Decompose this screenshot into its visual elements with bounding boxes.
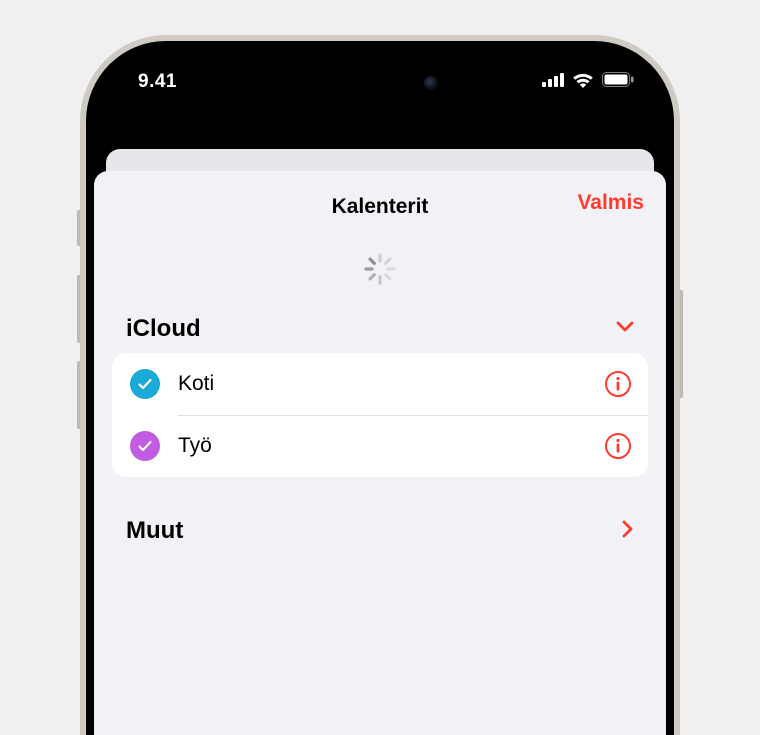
calendar-label: Työ xyxy=(178,434,586,458)
done-button[interactable]: Valmis xyxy=(577,191,644,215)
checkmark-icon[interactable] xyxy=(130,431,160,461)
phone-frame: 9.41 xyxy=(80,35,680,735)
section-header-other[interactable]: Muut xyxy=(112,511,648,555)
sheet-header: Kalenterit Valmis xyxy=(112,191,648,223)
section-title: iCloud xyxy=(126,315,201,343)
battery-icon xyxy=(602,72,634,92)
calendar-list-icloud: Koti xyxy=(112,353,648,477)
chevron-down-icon xyxy=(616,320,634,338)
info-icon[interactable] xyxy=(604,432,632,460)
dynamic-island xyxy=(310,63,450,103)
info-icon[interactable] xyxy=(604,370,632,398)
cellular-icon xyxy=(542,73,564,92)
loading-spinner-icon xyxy=(362,251,398,287)
phone-screen: 9.41 xyxy=(86,41,674,735)
sheet-title: Kalenterit xyxy=(332,195,429,219)
chevron-right-icon xyxy=(622,520,634,543)
checkmark-icon[interactable] xyxy=(130,369,160,399)
section-header-icloud[interactable]: iCloud xyxy=(112,309,648,353)
front-camera xyxy=(424,76,438,90)
section-title: Muut xyxy=(126,517,183,545)
calendar-row[interactable]: Koti xyxy=(112,353,648,415)
status-time: 9.41 xyxy=(138,71,177,93)
calendars-sheet: Kalenterit Valmis xyxy=(94,171,666,735)
calendar-label: Koti xyxy=(178,372,586,396)
wifi-icon xyxy=(572,72,594,93)
calendar-row[interactable]: Työ xyxy=(112,415,648,477)
